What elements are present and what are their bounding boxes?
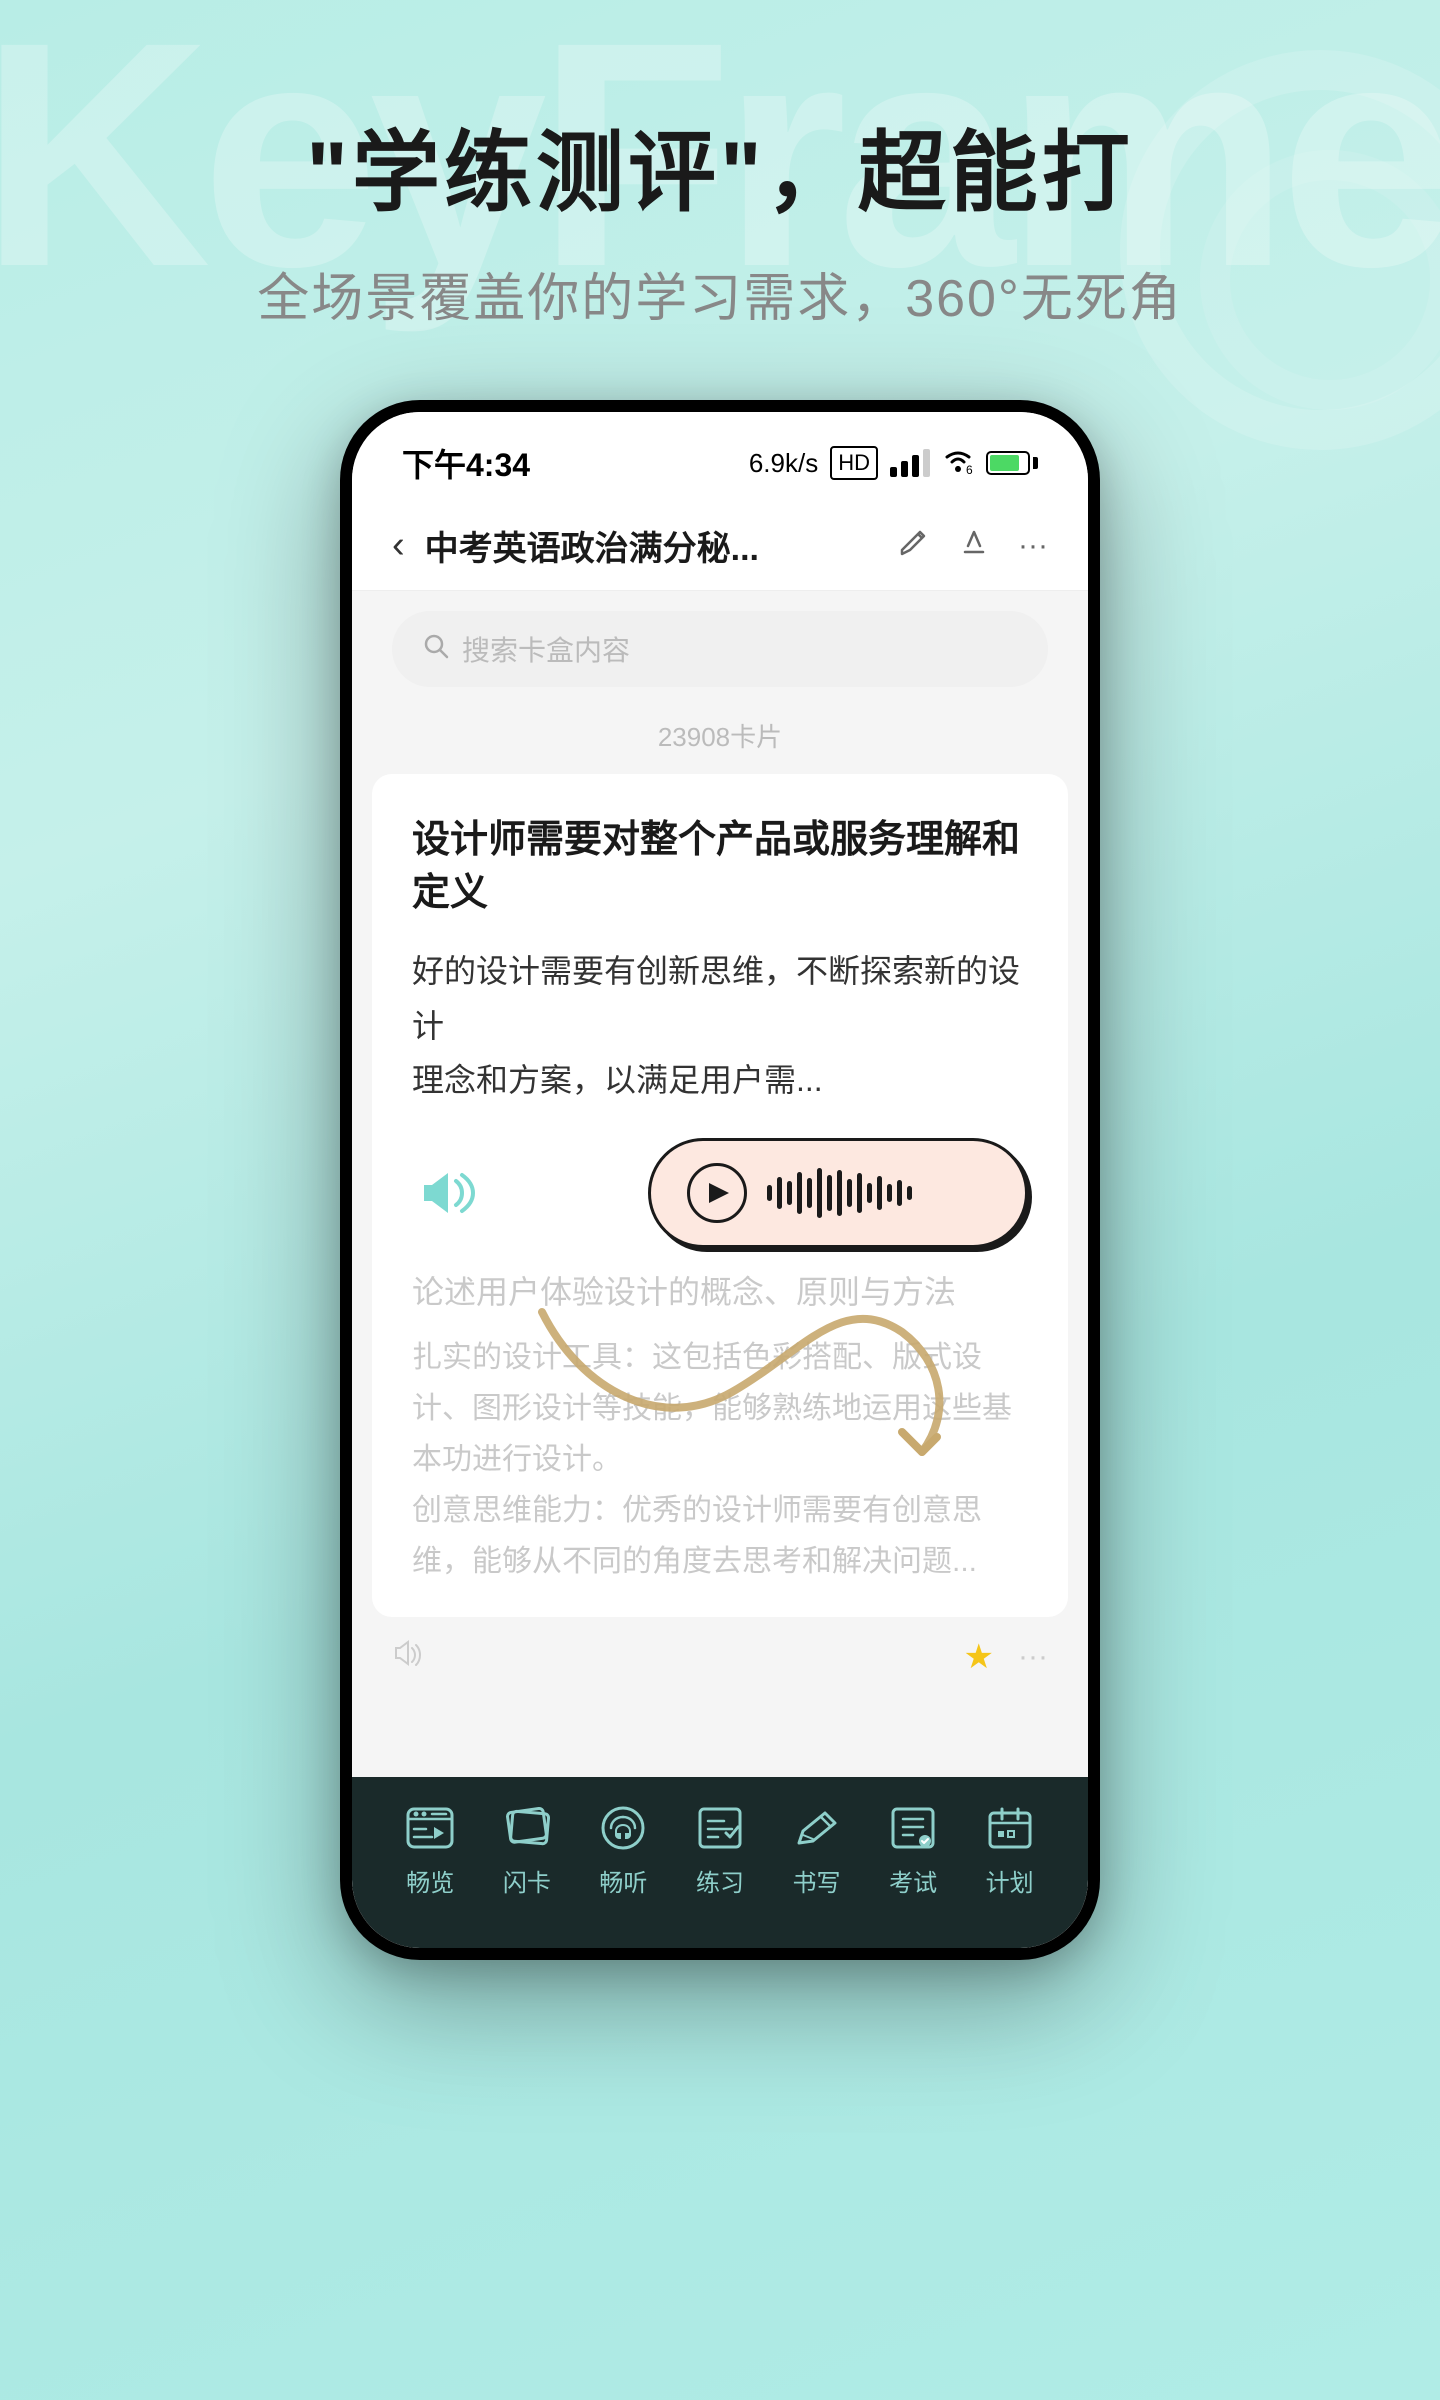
svg-text:6: 6 xyxy=(966,463,973,474)
nav-item-browse[interactable]: 畅览 xyxy=(398,1801,462,1898)
plan-label: 计划 xyxy=(986,1863,1034,1898)
wave-bar xyxy=(867,1183,872,1203)
wave-bar xyxy=(857,1173,862,1213)
sub-title: 全场景覆盖你的学习需求，360°无死角 xyxy=(0,256,1440,331)
blurred-card: 论述用户体验设计的概念、原则与方法 扎实的设计工具：这包括色彩搭配、版式设 计、… xyxy=(412,1268,1028,1587)
nav-item-write[interactable]: 书写 xyxy=(785,1801,849,1898)
search-bar[interactable]: 搜索卡盒内容 xyxy=(392,611,1048,687)
audio-row xyxy=(412,1138,1028,1248)
wave-bar xyxy=(787,1181,792,1205)
wave-bar xyxy=(777,1177,782,1209)
wave-bar xyxy=(817,1168,822,1218)
wave-bar xyxy=(797,1172,802,1214)
wave-bar xyxy=(877,1176,882,1210)
write-icon xyxy=(785,1801,849,1855)
search-placeholder: 搜索卡盒内容 xyxy=(462,629,630,669)
plan-icon xyxy=(978,1801,1042,1855)
browse-icon xyxy=(398,1801,462,1855)
back-button[interactable]: ‹ xyxy=(392,524,405,567)
write-label: 书写 xyxy=(793,1863,841,1898)
footer-right: ★ ··· xyxy=(964,1637,1048,1677)
nav-icons: ··· xyxy=(898,526,1048,566)
nav-item-practice[interactable]: 练习 xyxy=(688,1801,752,1898)
wave-bar xyxy=(887,1184,892,1202)
status-right: 6.9k/s HD 6 xyxy=(749,446,1038,481)
card-body: 好的设计需要有创新思维，不断探索新的设计 理念和方案，以满足用户需... xyxy=(412,944,1028,1107)
practice-icon xyxy=(688,1801,752,1855)
more-options-icon[interactable]: ··· xyxy=(1018,529,1048,563)
share-icon[interactable] xyxy=(958,526,990,566)
waveform-display xyxy=(767,1168,912,1218)
blurred-body: 扎实的设计工具：这包括色彩搭配、版式设 计、图形设计等技能，能够熟练地运用这些基… xyxy=(412,1332,1028,1587)
signal-bar-2 xyxy=(901,461,908,477)
speaker-icon[interactable] xyxy=(412,1153,492,1233)
status-bar: 下午4:34 6.9k/s HD xyxy=(352,412,1088,501)
blurred-title: 论述用户体验设计的概念、原则与方法 xyxy=(412,1268,1028,1316)
wave-bar xyxy=(837,1170,842,1216)
signal-bar-4 xyxy=(923,449,930,477)
phone-frame: 下午4:34 6.9k/s HD xyxy=(340,400,1100,1960)
battery-icon xyxy=(986,451,1038,475)
more-icon[interactable]: ··· xyxy=(1018,1640,1048,1674)
status-time: 下午4:34 xyxy=(402,440,530,486)
exam-label: 考试 xyxy=(889,1863,937,1898)
audio-player[interactable] xyxy=(648,1138,1028,1248)
nav-bar: ‹ 中考英语政治满分秘... ·· xyxy=(352,501,1088,591)
flashcard-label: 闪卡 xyxy=(503,1863,551,1898)
wave-bar xyxy=(907,1186,912,1200)
card-footer: ★ ··· xyxy=(352,1617,1088,1692)
wave-bar xyxy=(767,1185,772,1201)
listen-label: 畅听 xyxy=(599,1863,647,1898)
browse-label: 畅览 xyxy=(406,1863,454,1898)
exam-icon xyxy=(881,1801,945,1855)
bottom-nav: 畅览 闪卡 xyxy=(352,1777,1088,1948)
wave-bar xyxy=(827,1175,832,1211)
wave-bar xyxy=(847,1179,852,1207)
star-icon[interactable]: ★ xyxy=(964,1637,994,1677)
nav-title: 中考英语政治满分秘... xyxy=(425,521,898,570)
search-icon xyxy=(422,632,450,667)
phone-screen: 下午4:34 6.9k/s HD xyxy=(352,412,1088,1948)
flashcard-icon xyxy=(495,1801,559,1855)
signal-bar-3 xyxy=(912,455,919,477)
wave-bar xyxy=(897,1180,902,1206)
bottom-nav-inner: 畅览 闪卡 xyxy=(382,1801,1058,1898)
network-speed: 6.9k/s xyxy=(749,448,818,479)
footer-speaker-icon[interactable] xyxy=(392,1638,428,1676)
nav-item-flashcard[interactable]: 闪卡 xyxy=(495,1801,559,1898)
play-triangle-icon xyxy=(709,1183,729,1203)
signal-bar-1 xyxy=(890,467,897,477)
header-section: "学练测评"，超能打 全场景覆盖你的学习需求，360°无死角 xyxy=(0,0,1440,331)
practice-label: 练习 xyxy=(696,1863,744,1898)
nav-item-plan[interactable]: 计划 xyxy=(978,1801,1042,1898)
listen-icon xyxy=(591,1801,655,1855)
card-title: 设计师需要对整个产品或服务理解和定义 xyxy=(412,814,1028,920)
edit-icon[interactable] xyxy=(898,526,930,566)
wifi-icon: 6 xyxy=(942,446,974,481)
phone-mockup: 下午4:34 6.9k/s HD xyxy=(340,400,1100,1960)
main-title: "学练测评"，超能打 xyxy=(0,120,1440,226)
main-card: 设计师需要对整个产品或服务理解和定义 好的设计需要有创新思维，不断探索新的设计 … xyxy=(372,774,1068,1617)
hd-badge: HD xyxy=(830,446,878,480)
signal-icon xyxy=(890,449,930,477)
nav-item-listen[interactable]: 畅听 xyxy=(591,1801,655,1898)
nav-item-exam[interactable]: 考试 xyxy=(881,1801,945,1898)
card-count: 23908卡片 xyxy=(352,707,1088,774)
play-button[interactable] xyxy=(687,1163,747,1223)
wave-bar xyxy=(807,1178,812,1208)
